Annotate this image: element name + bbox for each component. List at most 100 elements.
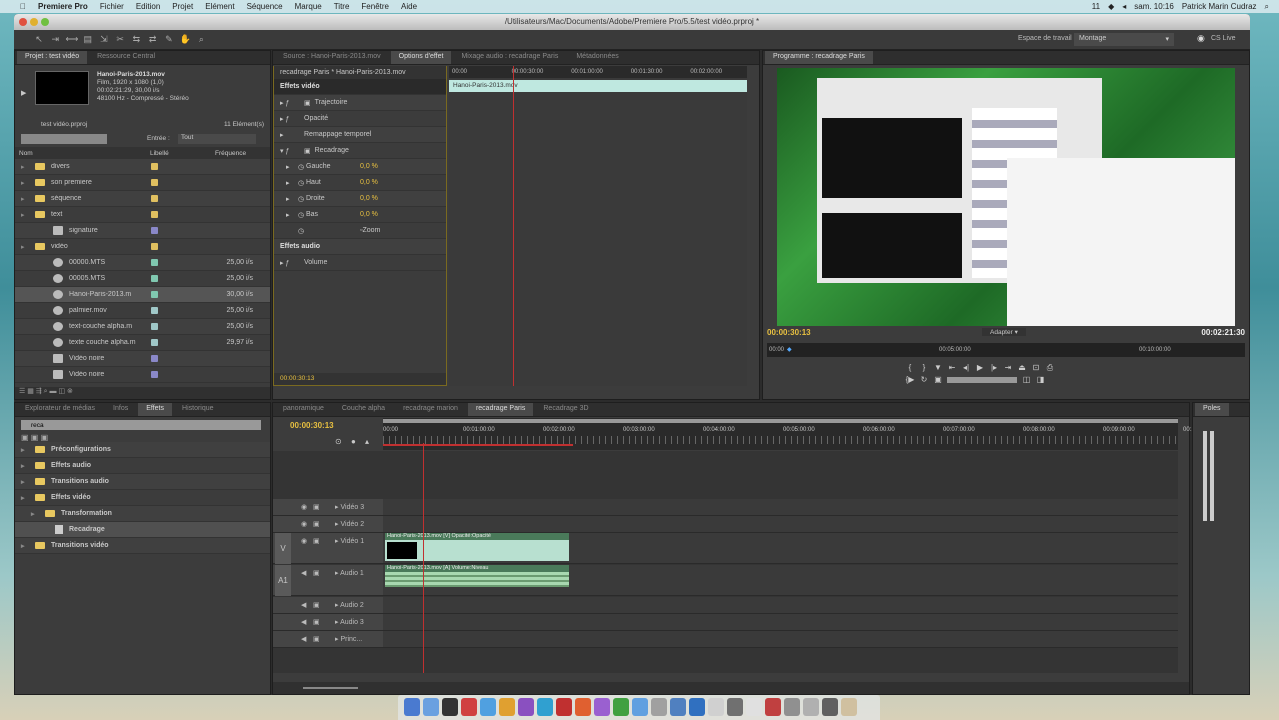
playhead[interactable] xyxy=(513,66,514,386)
tab-program[interactable]: Programme : recadrage Paris xyxy=(765,51,873,64)
param-3[interactable]: ▸ ◷ Bas 0,0 % xyxy=(274,207,446,223)
tab-resource-central[interactable]: Ressource Central xyxy=(89,51,163,64)
lock-icon[interactable]: ▣ xyxy=(313,631,320,648)
column-label[interactable]: Libellé xyxy=(150,150,215,157)
expand-arrow-icon[interactable]: ▸ xyxy=(21,478,29,486)
expand-arrow-icon[interactable]: ▸ xyxy=(21,542,29,550)
stopwatch-icon[interactable]: ◷ xyxy=(298,211,306,219)
sequence-tab[interactable]: Recadrage 3D xyxy=(535,403,596,416)
lock-icon[interactable]: ▣ xyxy=(313,565,320,582)
dock-app-icon[interactable] xyxy=(746,698,762,716)
cs-live-label[interactable]: CS Live xyxy=(1211,35,1236,42)
work-area-bar[interactable] xyxy=(383,444,573,446)
dock-app-icon[interactable] xyxy=(632,698,648,716)
dock-app-icon[interactable] xyxy=(499,698,515,716)
project-search-input[interactable] xyxy=(21,134,107,144)
play-icon[interactable]: ▶ xyxy=(21,89,26,97)
lift-icon[interactable]: ⏏ xyxy=(1015,363,1029,375)
column-rate[interactable]: Fréquence xyxy=(215,150,246,157)
param-value[interactable]: 0,0 % xyxy=(360,195,378,202)
fit-select[interactable]: Adapter ▾ xyxy=(982,328,1026,336)
yuv-effects-icon[interactable]: ▣ xyxy=(41,433,49,442)
label-swatch[interactable] xyxy=(151,291,158,298)
pen-tool-icon[interactable]: ✎ xyxy=(163,34,175,46)
32bit-effects-icon[interactable]: ▣ xyxy=(31,433,39,442)
label-swatch[interactable] xyxy=(151,211,158,218)
expand-arrow-icon[interactable]: ▸ xyxy=(21,494,29,502)
label-swatch[interactable] xyxy=(151,195,158,202)
project-item[interactable]: Vidéo noire xyxy=(15,367,270,383)
zoom-slider[interactable] xyxy=(303,687,358,689)
list-view-icon[interactable]: ☰ xyxy=(19,388,25,395)
snap-icon[interactable]: ⊙ xyxy=(335,437,342,446)
timeline-timecode[interactable]: 00:00:30:13 xyxy=(290,421,334,430)
menu-titre[interactable]: Titre xyxy=(334,2,350,11)
effects-tree-item[interactable]: ▸ Effets vidéo xyxy=(15,490,270,506)
track-select-tool-icon[interactable]: ⇥ xyxy=(49,34,61,46)
tab-effects[interactable]: Effets xyxy=(138,403,173,416)
dock-app-icon[interactable] xyxy=(461,698,477,716)
expand-arrow-icon[interactable]: ▸ xyxy=(280,163,298,171)
loop-icon[interactable]: ↻ xyxy=(917,375,931,387)
label-swatch[interactable] xyxy=(151,307,158,314)
param-value[interactable]: 0,0 % xyxy=(360,179,378,186)
timeline-zoom-bar[interactable] xyxy=(273,682,1189,694)
step-back-icon[interactable]: ◂| xyxy=(959,363,973,375)
param-0[interactable]: ▸ ◷ Gauche 0,0 % xyxy=(274,159,446,175)
expand-arrow-icon[interactable]: ▸ xyxy=(280,179,298,187)
track-header[interactable]: ◀ ▣ ▸ Princ... xyxy=(273,631,383,647)
sequence-tab[interactable]: recadrage marion xyxy=(395,403,466,416)
menu-aide[interactable]: Aide xyxy=(401,2,417,11)
dock-app-icon[interactable] xyxy=(841,698,857,716)
step-forward-icon[interactable]: |▸ xyxy=(987,363,1001,375)
rolling-tool-icon[interactable]: ▤ xyxy=(82,34,94,46)
spotlight-icon[interactable]: ⌕ xyxy=(1265,2,1269,12)
razor-tool-icon[interactable]: ✂ xyxy=(114,34,126,46)
clock[interactable]: sam. 10:16 xyxy=(1134,2,1174,11)
zoom-param[interactable]: ◷ ▫ Zoom xyxy=(274,223,446,239)
accelerated-effects-icon[interactable]: ▣ xyxy=(21,433,29,442)
tab-source[interactable]: Source : Hanoi-Paris-2013.mov xyxy=(275,51,389,64)
project-item[interactable]: ▸ text xyxy=(15,207,270,223)
output-icon[interactable]: ◨ xyxy=(1033,375,1047,387)
stopwatch-icon[interactable]: ◷ xyxy=(298,195,306,203)
dock-app-icon[interactable] xyxy=(537,698,553,716)
param-1[interactable]: ▸ ◷ Haut 0,0 % xyxy=(274,175,446,191)
project-item[interactable]: ▸ séquence xyxy=(15,191,270,207)
expand-arrow-icon[interactable]: ▸ xyxy=(21,179,29,187)
sequence-tab[interactable]: panoramique xyxy=(275,403,332,416)
sequence-tab[interactable]: recadrage Paris xyxy=(467,403,534,416)
dock-app-icon[interactable] xyxy=(765,698,781,716)
label-swatch[interactable] xyxy=(151,259,158,266)
extract-icon[interactable]: ⊡ xyxy=(1029,363,1043,375)
dock-app-icon[interactable] xyxy=(803,698,819,716)
menu-fenetre[interactable]: Fenêtre xyxy=(361,2,389,11)
expand-arrow-icon[interactable]: ▸ xyxy=(21,446,29,454)
param-value[interactable]: 0,0 % xyxy=(360,211,378,218)
effect-clip-bar[interactable]: Hanoi-Paris-2013.mov xyxy=(449,80,747,92)
rate-stretch-tool-icon[interactable]: ⇲ xyxy=(98,34,110,46)
safe-margins-icon[interactable]: ▣ xyxy=(931,375,945,387)
expand-arrow-icon[interactable]: ▸ xyxy=(21,243,29,251)
find-icon[interactable]: ⌕ xyxy=(44,388,48,395)
marker-icon[interactable]: ▴ xyxy=(365,437,369,446)
jog-shuttle[interactable] xyxy=(947,376,1018,383)
project-item[interactable]: signature xyxy=(15,223,270,239)
expand-arrow-icon[interactable]: ▸ xyxy=(21,163,29,171)
dock-app-icon[interactable] xyxy=(822,698,838,716)
dock-app-icon[interactable] xyxy=(689,698,705,716)
dock-app-icon[interactable] xyxy=(670,698,686,716)
project-item[interactable]: 00000.MTS 25,00 i/s xyxy=(15,255,270,271)
label-swatch[interactable] xyxy=(151,179,158,186)
label-swatch[interactable] xyxy=(151,275,158,282)
volume-icon[interactable]: ◂ xyxy=(1122,2,1126,11)
label-swatch[interactable] xyxy=(151,227,158,234)
dock-app-icon[interactable] xyxy=(404,698,420,716)
new-item-icon[interactable]: ◫ xyxy=(58,388,65,395)
effect-recadrage[interactable]: ▾ ƒ ▣ Recadrage xyxy=(274,143,446,159)
entry-select[interactable]: Tout xyxy=(178,134,256,144)
effects-tree-item[interactable]: ▸ Transitions vidéo xyxy=(15,538,270,554)
dock-app-icon[interactable] xyxy=(594,698,610,716)
project-item[interactable]: Hanoi-Paris-2013.m 30,00 i/s xyxy=(15,287,270,303)
expand-arrow-icon[interactable]: ▸ xyxy=(21,462,29,470)
